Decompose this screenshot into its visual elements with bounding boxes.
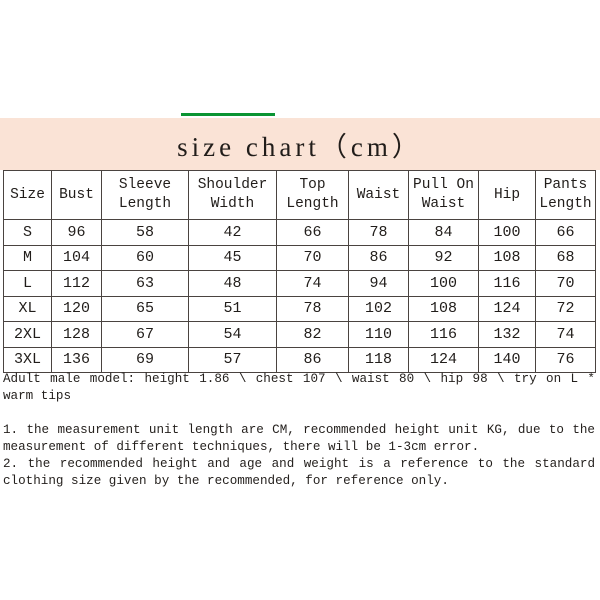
cell-top-length: 66 — [276, 219, 349, 246]
cell-pull-on-waist: 124 — [408, 346, 479, 373]
cell-bust: 136 — [51, 346, 102, 373]
size-chart-page: size chart（cm） Size Bust Sleeve Length S… — [0, 0, 600, 600]
table-row: 3XL 136 69 57 86 118 124 140 76 — [3, 346, 596, 373]
cell-sleeve-length: 65 — [101, 295, 189, 322]
table-header-row: Size Bust Sleeve Length Shoulder Width T… — [3, 170, 596, 220]
cell-bust: 96 — [51, 219, 102, 246]
cell-shoulder-width: 42 — [188, 219, 277, 246]
cell-sleeve-length: 60 — [101, 244, 189, 271]
cell-bust: 120 — [51, 295, 102, 322]
column-header-sleeve-length: Sleeve Length — [101, 170, 189, 220]
cell-shoulder-width: 51 — [188, 295, 277, 322]
note-recommendation-disclaimer: 2. the recommended height and age and we… — [3, 457, 595, 488]
cell-sleeve-length: 58 — [101, 219, 189, 246]
column-header-size: Size — [3, 170, 52, 220]
cell-sleeve-length: 67 — [101, 321, 189, 348]
cell-size: XL — [3, 295, 52, 322]
cell-pants-length: 72 — [535, 295, 596, 322]
cell-shoulder-width: 54 — [188, 321, 277, 348]
top-whitespace — [0, 0, 600, 118]
green-accent-rule — [181, 113, 275, 116]
cell-top-length: 74 — [276, 270, 349, 297]
cell-pants-length: 76 — [535, 346, 596, 373]
table-row: M 104 60 45 70 86 92 108 68 — [3, 244, 596, 271]
size-table-container: Size Bust Sleeve Length Shoulder Width T… — [0, 170, 600, 373]
cell-hip: 100 — [478, 219, 536, 246]
size-table: Size Bust Sleeve Length Shoulder Width T… — [3, 170, 596, 373]
page-title: size chart（cm） — [177, 131, 423, 162]
cell-waist: 94 — [348, 270, 409, 297]
cell-sleeve-length: 63 — [101, 270, 189, 297]
cell-size: M — [3, 244, 52, 271]
cell-size: 2XL — [3, 321, 52, 348]
notes-spacer — [3, 405, 595, 422]
table-row: XL 120 65 51 78 102 108 124 72 — [3, 295, 596, 322]
cell-waist: 78 — [348, 219, 409, 246]
cell-pull-on-waist: 108 — [408, 295, 479, 322]
column-header-bust: Bust — [51, 170, 102, 220]
cell-shoulder-width: 57 — [188, 346, 277, 373]
cell-pants-length: 66 — [535, 219, 596, 246]
cell-pull-on-waist: 84 — [408, 219, 479, 246]
table-row: S 96 58 42 66 78 84 100 66 — [3, 219, 596, 246]
cell-shoulder-width: 48 — [188, 270, 277, 297]
cell-size: S — [3, 219, 52, 246]
column-header-pants-length: Pants Length — [535, 170, 596, 220]
cell-hip: 116 — [478, 270, 536, 297]
cell-pull-on-waist: 100 — [408, 270, 479, 297]
cell-hip: 108 — [478, 244, 536, 271]
cell-bust: 128 — [51, 321, 102, 348]
column-header-pull-on-waist: Pull On Waist — [408, 170, 479, 220]
cell-hip: 132 — [478, 321, 536, 348]
cell-waist: 118 — [348, 346, 409, 373]
cell-size: 3XL — [3, 346, 52, 373]
column-header-waist: Waist — [348, 170, 409, 220]
model-measurements-note: Adult male model: height 1.86 \ chest 10… — [3, 372, 595, 403]
cell-hip: 124 — [478, 295, 536, 322]
cell-top-length: 78 — [276, 295, 349, 322]
notes-section: Adult male model: height 1.86 \ chest 10… — [3, 371, 595, 490]
cell-pants-length: 70 — [535, 270, 596, 297]
note-measurement-unit: 1. the measurement unit length are CM, r… — [3, 423, 595, 454]
table-row: 2XL 128 67 54 82 110 116 132 74 — [3, 321, 596, 348]
cell-pants-length: 74 — [535, 321, 596, 348]
cell-pull-on-waist: 92 — [408, 244, 479, 271]
cell-bust: 112 — [51, 270, 102, 297]
cell-shoulder-width: 45 — [188, 244, 277, 271]
cell-top-length: 82 — [276, 321, 349, 348]
column-header-hip: Hip — [478, 170, 536, 220]
cell-pants-length: 68 — [535, 244, 596, 271]
column-header-shoulder-width: Shoulder Width — [188, 170, 277, 220]
cell-hip: 140 — [478, 346, 536, 373]
title-banner: size chart（cm） — [0, 118, 600, 170]
cell-waist: 86 — [348, 244, 409, 271]
cell-sleeve-length: 69 — [101, 346, 189, 373]
cell-top-length: 86 — [276, 346, 349, 373]
cell-bust: 104 — [51, 244, 102, 271]
table-row: L 112 63 48 74 94 100 116 70 — [3, 270, 596, 297]
cell-top-length: 70 — [276, 244, 349, 271]
column-header-top-length: Top Length — [276, 170, 349, 220]
cell-waist: 102 — [348, 295, 409, 322]
cell-waist: 110 — [348, 321, 409, 348]
cell-pull-on-waist: 116 — [408, 321, 479, 348]
cell-size: L — [3, 270, 52, 297]
